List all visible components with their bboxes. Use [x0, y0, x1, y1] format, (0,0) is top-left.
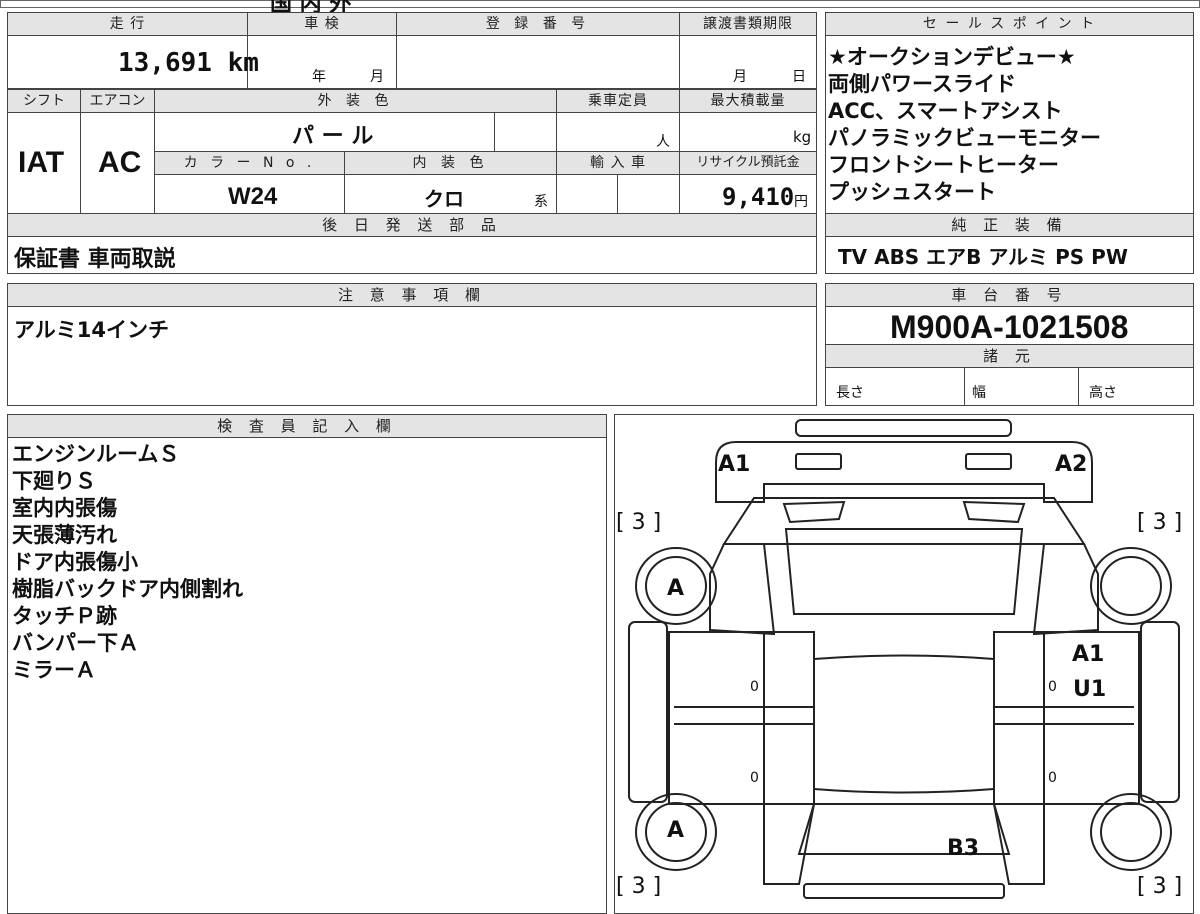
capacity-header: 乗車定員: [556, 89, 680, 113]
later-parts-value: 保証書 車両取説: [14, 247, 176, 272]
import-header: 輸 入 車: [556, 151, 680, 175]
wiper-right: [962, 500, 1026, 524]
rear-quarter-right: [992, 803, 1045, 885]
sales-point-item: プッシュスタート: [828, 180, 996, 204]
aircon-value: AC: [98, 146, 142, 179]
diagram-right-front-door-zero: 0: [1048, 679, 1057, 695]
inspector-notes-list: エンジンルームＳ 下廻りＳ 室内内張傷 天張薄汚れ ドア内張傷小 樹脂バックドア…: [12, 441, 602, 684]
sales-point-item: 両側パワースライド: [828, 72, 1016, 96]
specs-header: 諸 元: [825, 344, 1194, 368]
interior-color-value: クロ: [424, 187, 464, 211]
transfer-deadline-header: 譲渡書類期限: [679, 12, 817, 36]
front-fender-left: [709, 543, 776, 636]
inspector-note: エンジンルームＳ: [12, 442, 180, 466]
inspection-month-unit: 月: [370, 69, 384, 85]
inspector-note: 天張薄汚れ: [12, 523, 117, 547]
inspector-note: ミラーＡ: [12, 658, 96, 682]
inspection-header: 車 検: [247, 12, 397, 36]
inspector-note: ドア内張傷小: [12, 550, 138, 574]
rear-quarter-left: [763, 803, 816, 885]
chassis-header: 車 台 番 号: [825, 283, 1194, 307]
inspector-note: バンパー下Ａ: [12, 631, 140, 655]
roof: [813, 654, 995, 794]
front-body: [715, 441, 1093, 503]
aircon-header: エアコン: [80, 89, 155, 113]
width-label: 幅: [972, 385, 986, 401]
sales-point-item: ACC、スマートアシスト: [828, 99, 1063, 123]
inspector-note: 室内内張傷: [12, 496, 117, 520]
wiper-left: [782, 500, 846, 524]
top-strip: [0, 0, 1200, 8]
registration-header: 登 録 番 号: [396, 12, 680, 36]
tire-rear-right-inner: [1100, 802, 1162, 862]
sales-point-item: パノラミックビューモニター: [828, 126, 1101, 150]
hood: [722, 497, 1086, 545]
diagram-left-rear-door-zero: 0: [750, 770, 759, 786]
diagram-tread-front-left: [ 3 ]: [616, 510, 662, 535]
diagram-rear-b3: B3: [947, 836, 980, 861]
sales-points-list: ★オークションデビュー★ 両側パワースライド ACC、スマートアシスト パノラミ…: [828, 44, 1192, 206]
windshield: [784, 528, 1024, 615]
front-bumper: [795, 419, 1012, 437]
mileage-value: 13,691 km: [118, 48, 259, 78]
color-no-value: W24: [228, 183, 278, 210]
tire-front-right: [1090, 547, 1172, 625]
tire-rear-right: [1090, 793, 1172, 871]
rocker-left: [628, 621, 668, 803]
interior-color-header: 内 装 色: [344, 151, 557, 175]
diagram-tread-rear-right: [ 3 ]: [1137, 874, 1183, 899]
max-load-header: 最大積載量: [679, 89, 817, 113]
length-label: 長さ: [836, 385, 864, 401]
recycle-header: リサイクル預託金: [679, 151, 817, 175]
height-label: 高さ: [1089, 385, 1117, 401]
headlamp-right: [965, 453, 1012, 470]
diagram-mark-a2-front-right: A2: [1055, 452, 1088, 477]
diagram-right-rear-door-zero: 0: [1048, 770, 1057, 786]
deadline-day-unit: 日: [792, 69, 806, 85]
rocker-right: [1140, 621, 1180, 803]
shift-value: IAT: [18, 146, 65, 179]
exterior-color-header: 外 装 色: [154, 89, 557, 113]
recycle-fee-value: 9,410: [722, 183, 795, 211]
inspector-note: 下廻りＳ: [12, 469, 96, 493]
diagram-right-door-a1: A1: [1072, 642, 1105, 667]
diagram-tire-front-left: A: [667, 576, 685, 601]
exterior-color-value: パ ー ル: [292, 124, 374, 149]
mileage-header: 走 行: [7, 12, 248, 36]
front-fender-right: [1032, 543, 1099, 636]
recycle-yen-unit: 円: [794, 194, 808, 210]
body-left: [668, 631, 815, 805]
rear-bumper: [803, 883, 1005, 899]
inspection-year-unit: 年: [312, 69, 326, 85]
inspector-note: 樹脂バックドア内側割れ: [12, 577, 243, 601]
max-load-unit: kg: [793, 128, 812, 146]
diagram-mark-a1-front-left: A1: [718, 452, 751, 477]
diagram-tire-rear-left: A: [667, 818, 685, 843]
chassis-value: M900A-1021508: [890, 309, 1129, 345]
sales-point-item: ★オークションデビュー★: [828, 45, 1076, 69]
diagram-right-door-u1: U1: [1073, 677, 1107, 702]
diagram-tread-front-right: [ 3 ]: [1137, 510, 1183, 535]
inspector-header: 検 査 員 記 入 欄: [7, 414, 607, 438]
notes-header: 注 意 事 項 欄: [7, 283, 817, 307]
sales-point-item: フロントシートヒーター: [828, 153, 1059, 177]
interior-series-unit: 系: [534, 194, 548, 210]
diagram-tread-rear-left: [ 3 ]: [616, 874, 662, 899]
tire-front-right-inner: [1100, 556, 1162, 616]
vehicle-diagram: [628, 419, 1180, 899]
headlamp-left: [795, 453, 842, 470]
shift-header: シフト: [7, 89, 81, 113]
genuine-equipment-value: TV ABS エアB アルミ PS PW: [838, 245, 1128, 269]
diagram-left-front-door-zero: 0: [750, 679, 759, 695]
color-no-header: カ ラ ー N o .: [154, 151, 345, 175]
deadline-month-unit: 月: [733, 69, 747, 85]
inspector-note: タッチＰ跡: [12, 604, 117, 628]
notes-value: アルミ14インチ: [14, 318, 170, 342]
capacity-unit: 人: [656, 134, 670, 150]
sales-points-header: セ ー ル ス ポ イ ン ト: [825, 12, 1194, 36]
body-right: [993, 631, 1140, 805]
genuine-equipment-header: 純 正 装 備: [825, 213, 1194, 237]
later-parts-header: 後 日 発 送 部 品: [7, 213, 817, 237]
